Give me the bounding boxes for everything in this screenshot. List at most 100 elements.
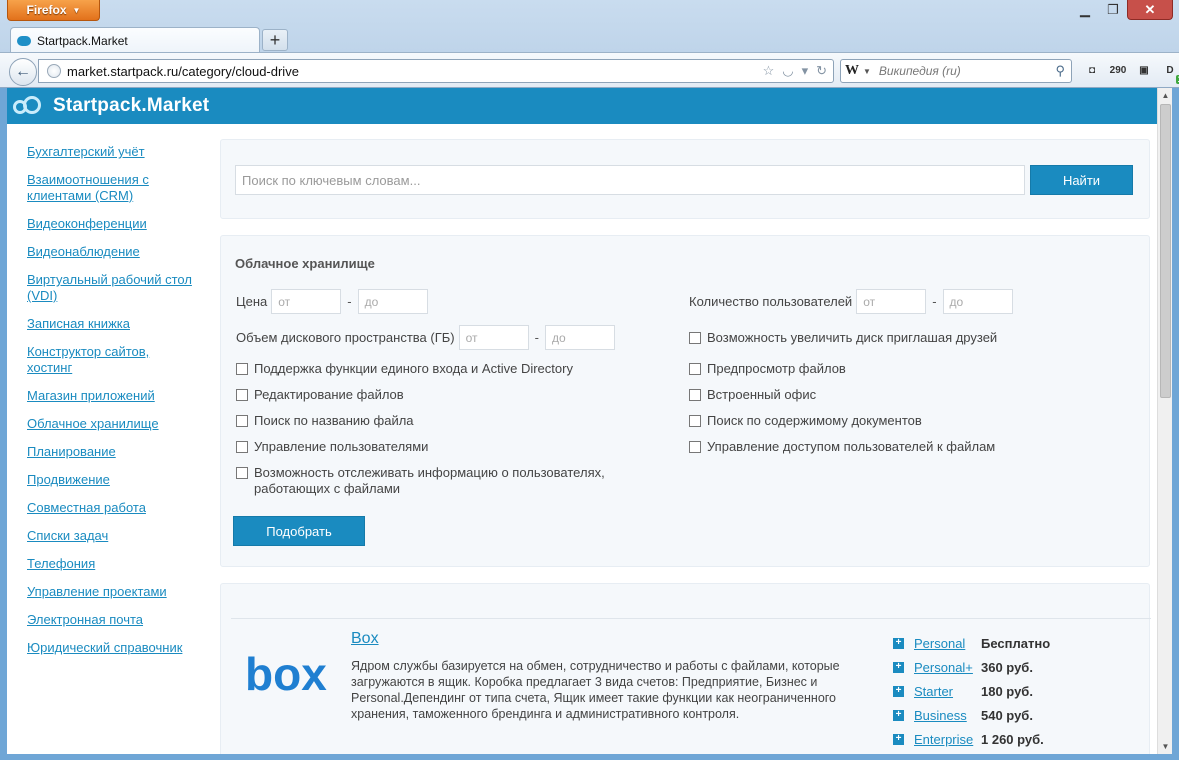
disk-from-input[interactable]: от — [458, 325, 529, 350]
feature-checkbox-row[interactable]: Управление доступом пользователей к файл… — [689, 439, 995, 455]
plan-price: 1 260 руб. — [981, 731, 1044, 747]
new-tab-button[interactable]: + — [262, 29, 288, 51]
plan-row: + Starter 180 руб. — [893, 679, 1093, 703]
users-to-input[interactable]: до — [942, 289, 1013, 314]
pocket-toolbar-icon[interactable]: ◘ — [1084, 62, 1100, 78]
search-bar[interactable]: W ▼ Википедия (ru) ⚲ — [840, 59, 1072, 83]
checkbox[interactable] — [236, 363, 248, 375]
reload-icon[interactable]: ↻ — [816, 63, 827, 79]
plan-name-link[interactable]: Business — [914, 708, 981, 723]
checkbox-label: Предпросмотр файлов — [707, 361, 846, 376]
wikipedia-icon[interactable]: W — [845, 63, 859, 79]
sidebar-item-app-store[interactable]: Магазин приложений — [27, 388, 197, 404]
sidebar-item-project-management[interactable]: Управление проектами — [27, 584, 197, 600]
feature-checkbox-row[interactable]: Встроенный офис — [689, 387, 816, 403]
disk-label: Объем дискового пространства (ГБ) — [236, 330, 455, 345]
history-dropdown-icon[interactable]: ▾ — [802, 63, 809, 79]
checkbox[interactable] — [689, 332, 701, 344]
sync-icon[interactable]: ▣ — [1136, 62, 1152, 78]
checkbox[interactable] — [236, 389, 248, 401]
plan-name-link[interactable]: Personal+ — [914, 660, 981, 675]
feature-checkbox-row[interactable]: Возможность отслеживать информацию о пол… — [236, 465, 616, 497]
users-from-input[interactable]: от — [856, 289, 927, 314]
close-icon[interactable]: ✕ — [1127, 0, 1173, 20]
checkbox[interactable] — [689, 363, 701, 375]
checkbox-label: Встроенный офис — [707, 387, 817, 402]
price-to-input[interactable]: до — [357, 289, 428, 314]
sidebar-item-crm[interactable]: Взаимоотношения с клиентами (CRM) — [27, 172, 197, 204]
sidebar-item-collaboration[interactable]: Совместная работа — [27, 500, 197, 516]
bookmark-star-icon[interactable]: ☆ — [763, 63, 775, 79]
scroll-up-icon[interactable]: ▲ — [1158, 88, 1173, 103]
minimize-icon[interactable]: ▁ — [1071, 0, 1099, 20]
toolbar-icons: ◘ 290 ▣ D1 ▾ — [1084, 62, 1179, 84]
checkbox[interactable] — [689, 415, 701, 427]
addon-icon[interactable]: D1 — [1162, 62, 1179, 84]
startpack-logo-icon[interactable] — [13, 96, 47, 116]
apply-filter-button[interactable]: Подобрать — [233, 516, 365, 546]
disk-to-input[interactable]: до — [544, 325, 615, 350]
pocket-icon[interactable]: ◡ — [782, 63, 793, 79]
counter-icon[interactable]: 290 — [1110, 62, 1127, 78]
plan-row: + Business 540 руб. — [893, 703, 1093, 727]
sidebar-item-task-lists[interactable]: Списки задач — [27, 528, 197, 544]
plan-price: 180 руб. — [981, 683, 1033, 699]
scrollbar-thumb[interactable] — [1160, 104, 1171, 398]
plus-icon[interactable]: + — [893, 733, 904, 745]
box-logo[interactable]: box — [245, 646, 331, 702]
feature-checkbox-row[interactable]: Поиск по названию файла — [236, 413, 414, 429]
plus-icon[interactable]: + — [893, 661, 904, 673]
window-frame — [1172, 88, 1179, 760]
feature-checkbox-row[interactable]: Редактирование файлов — [236, 387, 404, 403]
checkbox[interactable] — [689, 389, 701, 401]
plus-icon[interactable]: + — [893, 685, 904, 697]
category-sidebar: Бухгалтерский учёт Взаимоотношения с кли… — [27, 144, 197, 668]
vertical-scrollbar[interactable]: ▲ ▼ — [1157, 88, 1172, 754]
sidebar-item-email[interactable]: Электронная почта — [27, 612, 197, 628]
sidebar-item-promotion[interactable]: Продвижение — [27, 472, 197, 488]
chevron-down-icon[interactable]: ▼ — [863, 67, 871, 76]
url-actions: ☆ ◡ ▾ ↻ — [763, 63, 827, 79]
restore-icon[interactable]: ❐ — [1099, 0, 1127, 20]
checkbox[interactable] — [689, 441, 701, 453]
feature-checkbox-row[interactable]: Поддержка функции единого входа и Active… — [236, 361, 573, 377]
feature-checkbox-row[interactable]: Предпросмотр файлов — [689, 361, 846, 377]
firefox-menu-button[interactable]: Firefox ▼ — [7, 0, 100, 21]
sidebar-item-notebook[interactable]: Записная книжка — [27, 316, 197, 332]
tab-startpack[interactable]: Startpack.Market — [10, 27, 260, 53]
plan-name-link[interactable]: Personal — [914, 636, 981, 651]
price-from-input[interactable]: от — [271, 289, 342, 314]
arrow-left-icon: ← — [15, 63, 31, 80]
sidebar-item-videoconference[interactable]: Видеоконференции — [27, 216, 197, 232]
plus-icon[interactable]: + — [893, 709, 904, 721]
sidebar-item-planning[interactable]: Планирование — [27, 444, 197, 460]
product-name-link[interactable]: Box — [351, 630, 379, 648]
price-label: Цена — [236, 294, 268, 309]
feature-checkbox-row[interactable]: Управление пользователями — [236, 439, 428, 455]
keyword-search-input[interactable]: Поиск по ключевым словам... — [235, 165, 1025, 195]
plan-name-link[interactable]: Starter — [914, 684, 981, 699]
back-button[interactable]: ← — [9, 58, 37, 86]
sidebar-item-site-builder[interactable]: Конструктор сайтов, хостинг — [27, 344, 197, 376]
checkbox[interactable] — [236, 441, 248, 453]
sidebar-item-cloud-storage[interactable]: Облачное хранилище — [27, 416, 197, 432]
sidebar-item-video-surveillance[interactable]: Видеонаблюдение — [27, 244, 197, 260]
site-title[interactable]: Startpack.Market — [53, 95, 209, 117]
address-bar[interactable]: market.startpack.ru/category/cloud-drive… — [38, 59, 834, 83]
scroll-down-icon[interactable]: ▼ — [1158, 739, 1173, 754]
feature-checkbox-row[interactable]: Поиск по содержимому документов — [689, 413, 922, 429]
plus-icon[interactable]: + — [893, 637, 904, 649]
checkbox-label: Редактирование файлов — [254, 387, 404, 402]
checkbox[interactable] — [236, 467, 248, 479]
checkbox[interactable] — [236, 415, 248, 427]
find-button[interactable]: Найти — [1030, 165, 1133, 195]
plan-name-link[interactable]: Enterprise — [914, 732, 981, 747]
sidebar-item-accounting[interactable]: Бухгалтерский учёт — [27, 144, 197, 160]
search-engine-placeholder: Википедия (ru) — [878, 64, 961, 78]
checkbox-label: Поддержка функции единого входа и Active… — [254, 361, 573, 376]
sidebar-item-vdi[interactable]: Виртуальный рабочий стол (VDI) — [27, 272, 197, 304]
feature-checkbox-row[interactable]: Возможность увеличить диск приглашая дру… — [689, 330, 997, 346]
magnifier-icon[interactable]: ⚲ — [1055, 63, 1065, 79]
sidebar-item-telephony[interactable]: Телефония — [27, 556, 197, 572]
sidebar-item-legal[interactable]: Юридический справочник — [27, 640, 197, 656]
